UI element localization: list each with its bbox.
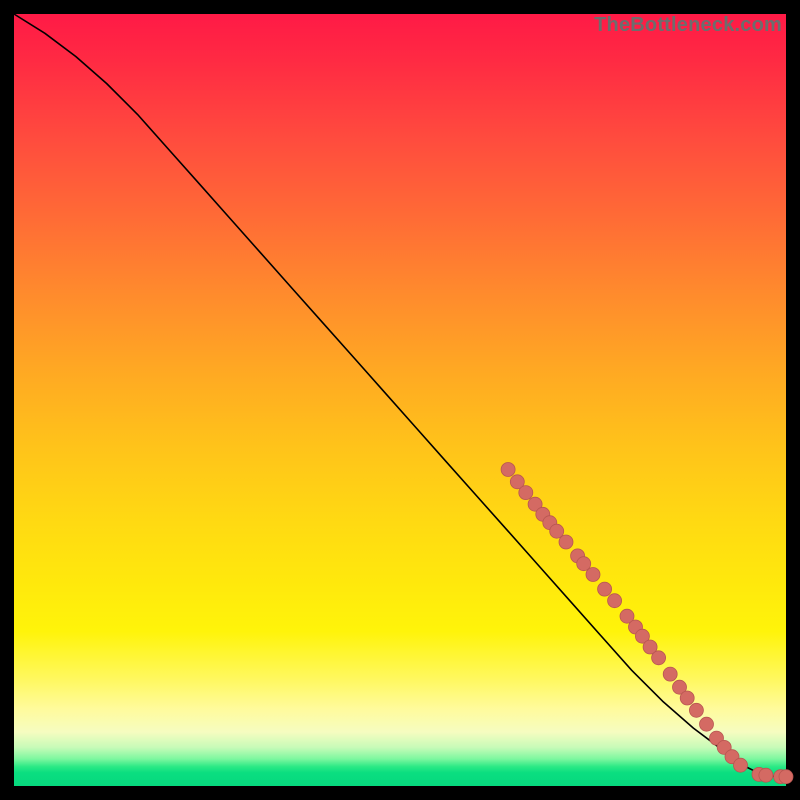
data-point bbox=[519, 486, 533, 500]
data-point bbox=[680, 691, 694, 705]
data-point bbox=[734, 758, 748, 772]
data-point bbox=[598, 582, 612, 596]
plot-area: TheBottleneck.com bbox=[14, 14, 786, 786]
series-line bbox=[14, 14, 786, 777]
data-point bbox=[608, 594, 622, 608]
data-point bbox=[689, 703, 703, 717]
data-points-group bbox=[501, 463, 793, 784]
data-point bbox=[501, 463, 515, 477]
data-point bbox=[559, 535, 573, 549]
data-point bbox=[759, 768, 773, 782]
data-point bbox=[586, 568, 600, 582]
chart-svg bbox=[14, 14, 786, 786]
data-point bbox=[663, 667, 677, 681]
data-point bbox=[652, 651, 666, 665]
data-point bbox=[779, 770, 793, 784]
chart-frame: TheBottleneck.com bbox=[0, 0, 800, 800]
data-point bbox=[700, 717, 714, 731]
